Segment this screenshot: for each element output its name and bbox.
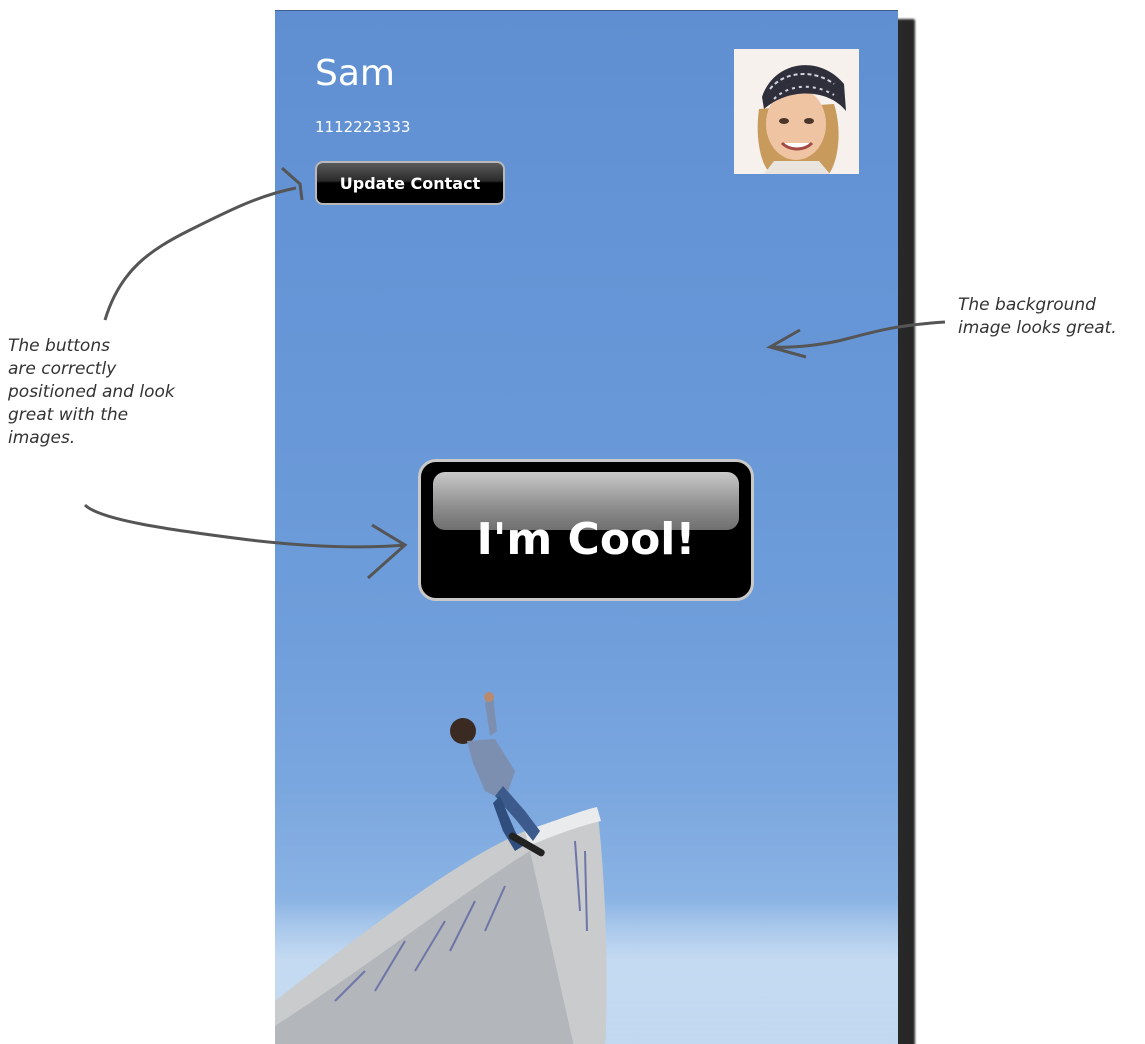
ramp-shade (275, 851, 574, 1044)
im-cool-button-label: I'm Cool! (476, 514, 696, 565)
contact-photo-avatar[interactable] (734, 49, 859, 174)
arrow-to-update-button (103, 186, 297, 321)
background-skater-image (275, 692, 607, 1044)
figure-stage: Sam 1112223333 Update Contact I'm Cool! … (0, 0, 1145, 1044)
update-contact-button[interactable]: Update Contact (315, 161, 505, 205)
contact-photo-icon (734, 49, 859, 174)
annotation-buttons: The buttons are correctly positioned and… (8, 336, 175, 448)
contact-name: Sam (315, 53, 395, 94)
contact-phone-number: 1112223333 (315, 118, 411, 136)
phone-screen: Sam 1112223333 Update Contact I'm Cool! (275, 10, 898, 1044)
im-cool-button[interactable]: I'm Cool! (418, 459, 754, 601)
skater (450, 692, 545, 857)
annotation-background: The background image looks great. (958, 295, 1117, 338)
